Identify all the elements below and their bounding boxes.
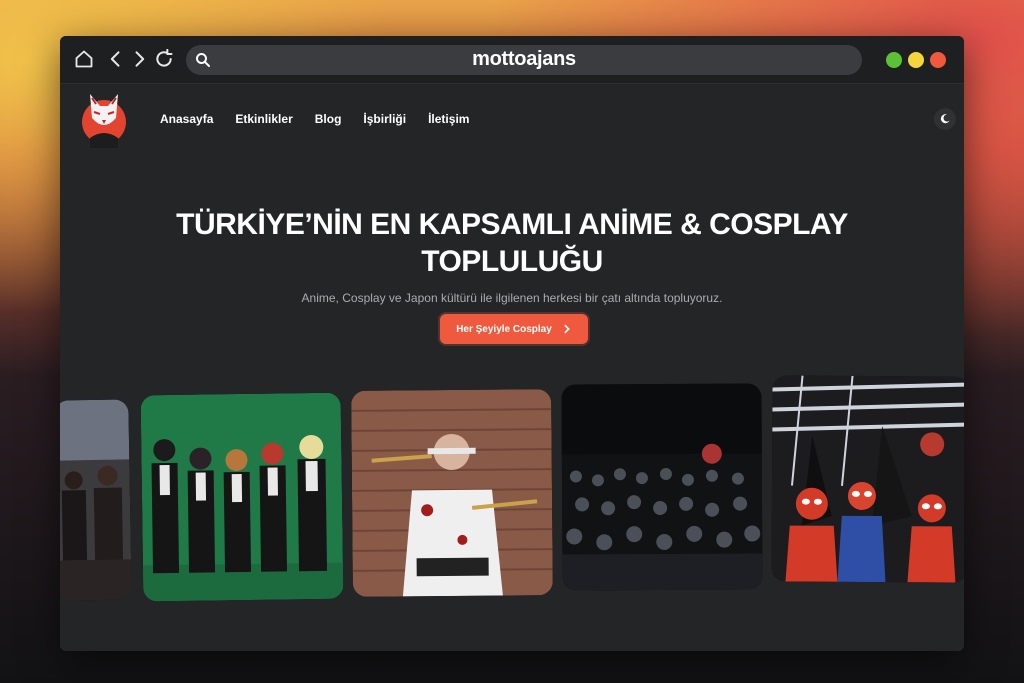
- photo-spiderman-cosplay[interactable]: [771, 375, 964, 583]
- forward-icon[interactable]: [127, 47, 151, 71]
- hero-subtitle: Anime, Cosplay ve Japon kültürü ile ilgi…: [301, 291, 723, 305]
- hero-title-line2: TOPLULUĞU: [421, 245, 603, 278]
- photo-group-suits-cosplay[interactable]: [140, 392, 344, 602]
- browser-toolbar: mottoajans: [60, 36, 964, 84]
- hero-title-line1: TÜRKİYE’NİN EN KAPSAMLI ANİME & COSPLAY: [176, 208, 848, 241]
- photo-sword-cosplayer[interactable]: [351, 389, 553, 597]
- reload-icon[interactable]: [152, 47, 176, 71]
- nav-item-iletisim[interactable]: İletişim: [428, 112, 469, 126]
- moon-icon: [940, 114, 950, 124]
- theme-toggle-button[interactable]: [934, 108, 956, 130]
- browser-window: mottoajans Anasayfa Etkinlikler Blog İşb…: [60, 36, 964, 651]
- nav-item-blog[interactable]: Blog: [315, 112, 342, 126]
- address-bar[interactable]: mottoajans: [186, 45, 862, 75]
- chevron-right-icon: [564, 324, 570, 334]
- cta-label: Her Şeyiyle Cosplay: [456, 323, 552, 335]
- url-text: mottoajans: [472, 48, 576, 70]
- main-nav: Anasayfa Etkinlikler Blog İşbirliği İlet…: [160, 112, 469, 126]
- home-icon[interactable]: [72, 47, 96, 71]
- photo-group-cosplay-partial[interactable]: [60, 399, 132, 601]
- nav-item-isbirligi[interactable]: İşbirliği: [363, 112, 406, 126]
- fox-mask-logo[interactable]: [80, 88, 128, 148]
- cta-button[interactable]: Her Şeyiyle Cosplay: [440, 314, 588, 344]
- back-icon[interactable]: [104, 47, 128, 71]
- nav-item-anasayfa[interactable]: Anasayfa: [160, 112, 213, 126]
- nav-item-etkinlikler[interactable]: Etkinlikler: [235, 112, 292, 126]
- hero-title: TÜRKİYE’NİN EN KAPSAMLI ANİME & COSPLAY …: [60, 206, 964, 280]
- window-control-yellow[interactable]: [908, 52, 924, 68]
- photo-event-crowd[interactable]: [561, 383, 763, 591]
- page-content: Anasayfa Etkinlikler Blog İşbirliği İlet…: [60, 84, 964, 651]
- window-control-red[interactable]: [930, 52, 946, 68]
- window-control-green[interactable]: [886, 52, 902, 68]
